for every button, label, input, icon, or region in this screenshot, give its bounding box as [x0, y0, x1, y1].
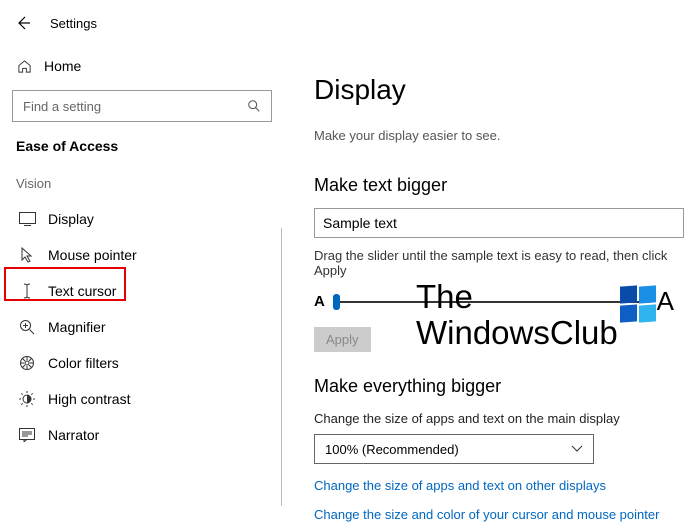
main-pane: Display Make your display easier to see.…: [282, 46, 700, 530]
slider-min-label: A: [314, 293, 325, 310]
titlebar: Settings: [0, 0, 700, 46]
section-heading: Ease of Access: [12, 138, 272, 154]
high-contrast-icon: [18, 390, 36, 408]
slider-hint: Drag the slider until the sample text is…: [314, 248, 692, 278]
sidebar-item-magnifier[interactable]: Magnifier: [12, 309, 272, 345]
sidebar-item-high-contrast[interactable]: High contrast: [12, 381, 272, 417]
link-other-displays[interactable]: Change the size of apps and text on othe…: [314, 478, 692, 493]
nav-label: Display: [48, 211, 94, 227]
monitor-icon: [18, 210, 36, 228]
cursor-icon: [18, 246, 36, 264]
apply-button[interactable]: Apply: [314, 327, 371, 352]
search-input[interactable]: Find a setting: [12, 90, 272, 122]
nav-label: Narrator: [48, 427, 99, 443]
sidebar-item-display[interactable]: Display: [12, 201, 272, 237]
search-placeholder: Find a setting: [23, 99, 101, 114]
app-title: Settings: [50, 16, 97, 31]
color-filters-icon: [18, 354, 36, 372]
sidebar-item-narrator[interactable]: Narrator: [12, 417, 272, 453]
sidebar-item-color-filters[interactable]: Color filters: [12, 345, 272, 381]
nav-label: Mouse pointer: [48, 247, 137, 263]
sidebar-item-home[interactable]: Home: [12, 52, 272, 80]
slider-thumb[interactable]: [333, 294, 340, 310]
heading-make-text-bigger: Make text bigger: [314, 175, 692, 196]
search-icon: [247, 99, 261, 113]
home-label: Home: [44, 58, 81, 74]
highlight-annotation: [4, 267, 126, 301]
narrator-icon: [18, 426, 36, 444]
heading-make-everything-bigger: Make everything bigger: [314, 376, 692, 397]
scale-dropdown[interactable]: 100% (Recommended): [314, 434, 594, 464]
chevron-down-icon: [571, 445, 583, 453]
group-label-vision: Vision: [12, 176, 272, 191]
link-cursor-settings[interactable]: Change the size and color of your cursor…: [314, 507, 692, 522]
nav-label: High contrast: [48, 391, 130, 407]
scale-value: 100% (Recommended): [325, 442, 459, 457]
nav-label: Color filters: [48, 355, 119, 371]
slider-max-label: A: [657, 286, 674, 317]
sample-text-box: Sample text: [314, 208, 684, 238]
slider-track[interactable]: [333, 301, 649, 303]
page-title: Display: [314, 74, 692, 106]
sidebar: Home Find a setting Ease of Access Visio…: [0, 46, 282, 530]
magnifier-icon: [18, 318, 36, 336]
home-icon: [16, 58, 32, 74]
back-icon[interactable]: [14, 14, 32, 32]
text-size-slider[interactable]: A A: [314, 286, 674, 317]
nav-label: Magnifier: [48, 319, 106, 335]
scale-description: Change the size of apps and text on the …: [314, 411, 692, 426]
page-subtitle: Make your display easier to see.: [314, 128, 692, 143]
